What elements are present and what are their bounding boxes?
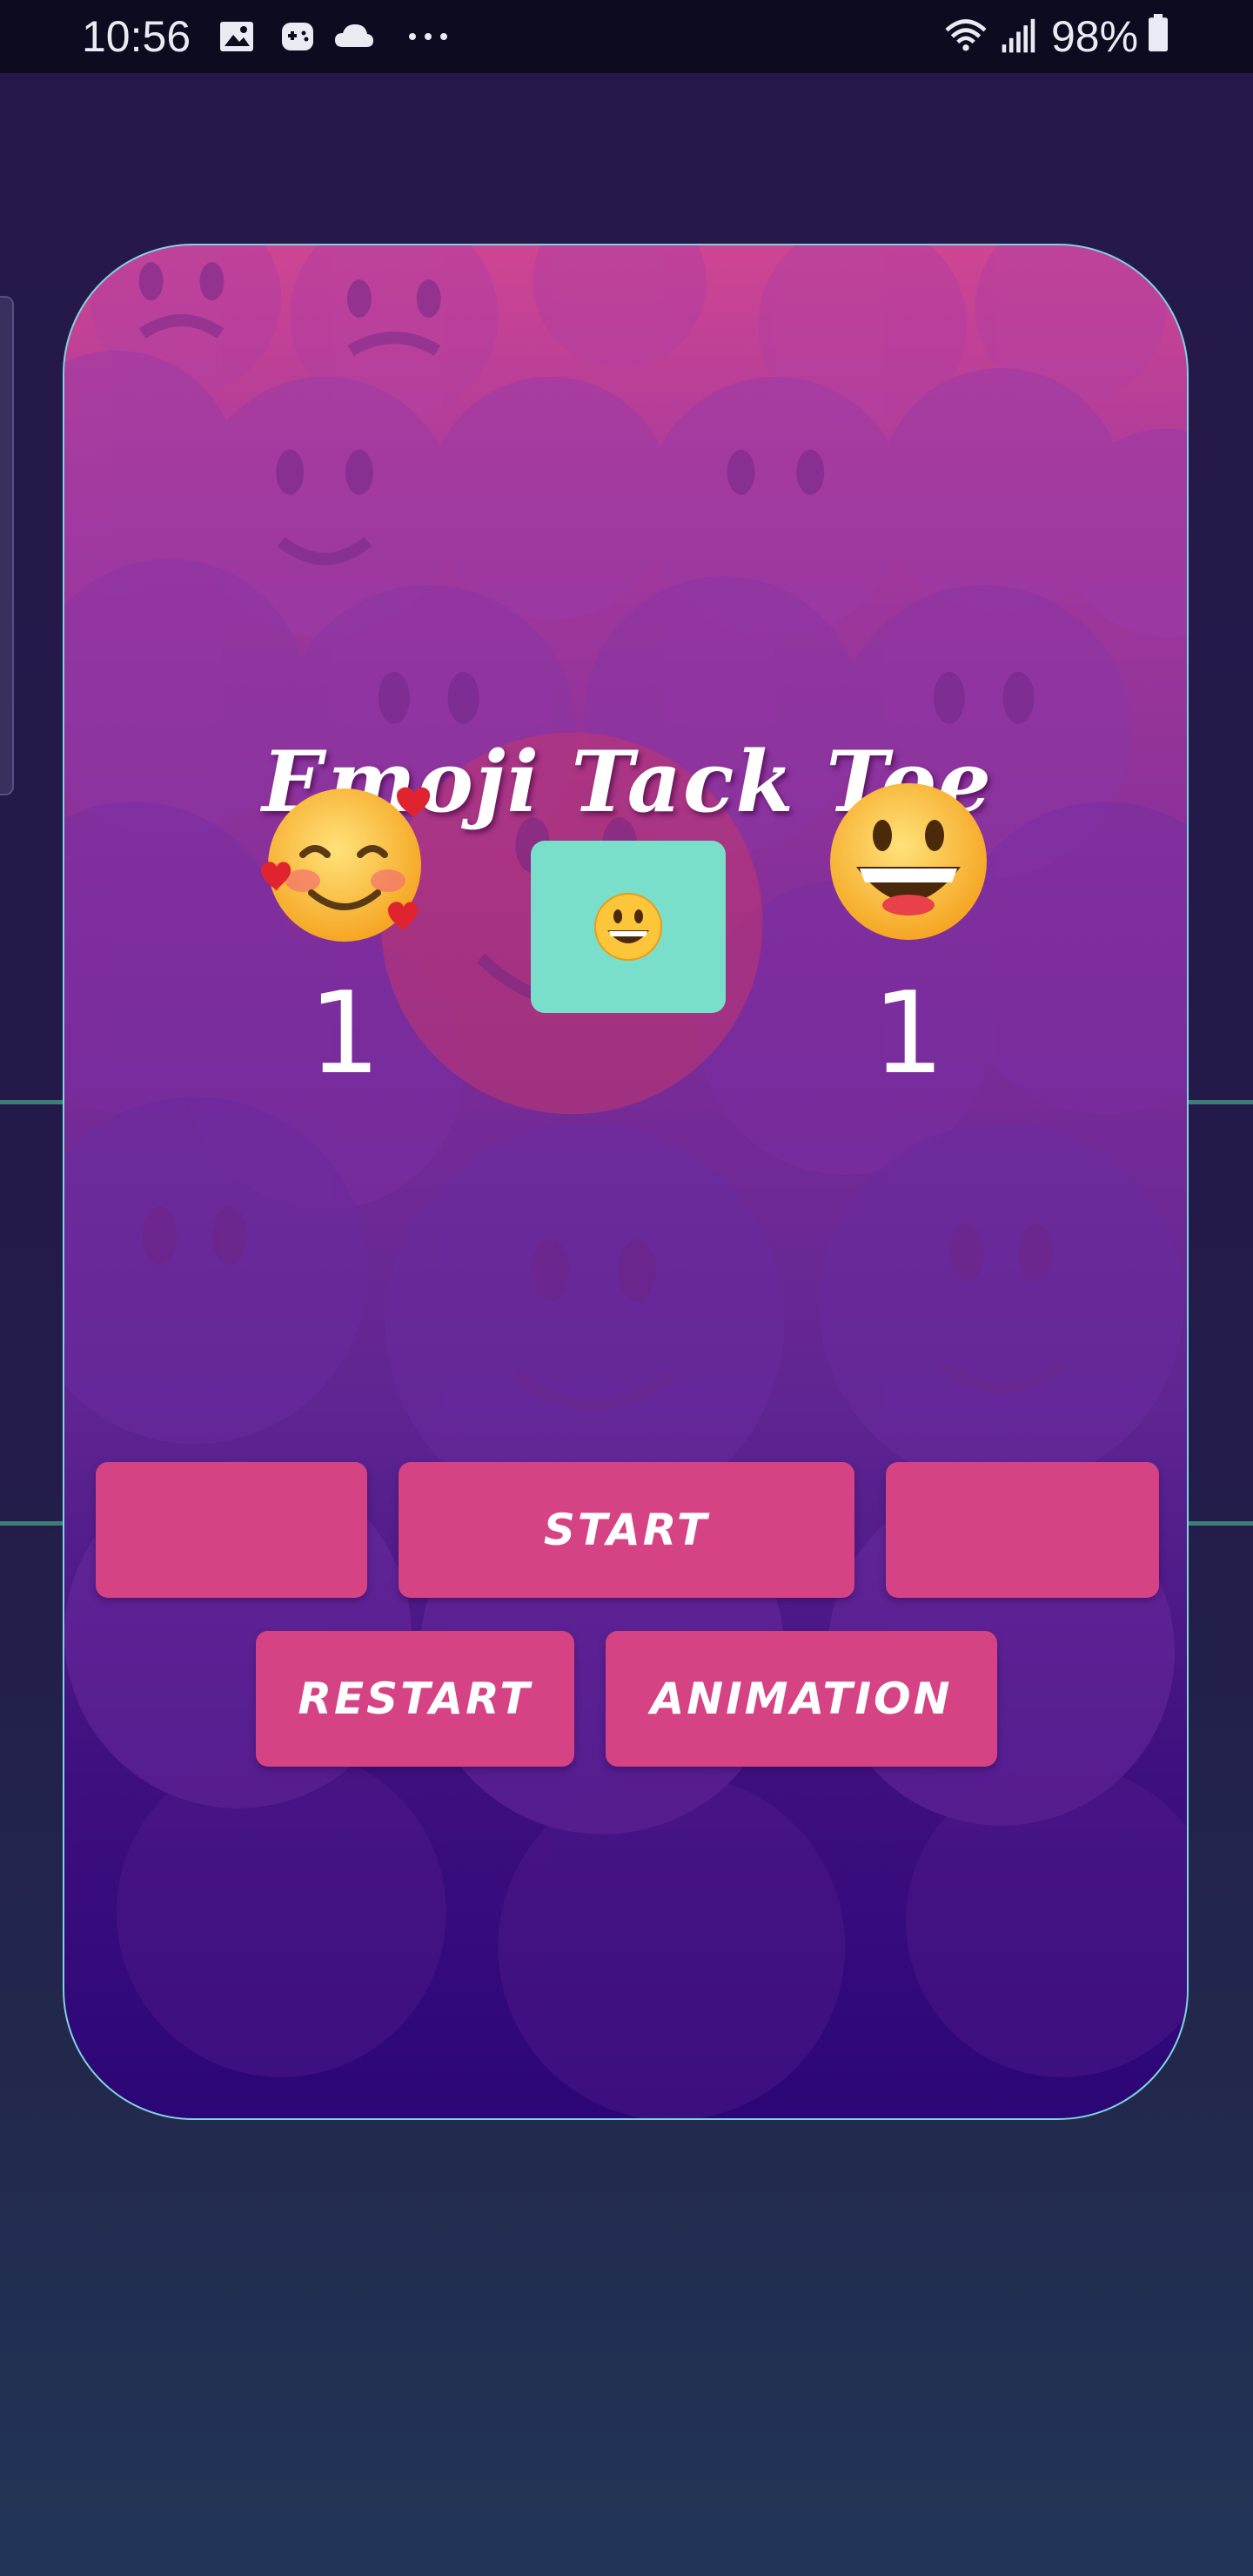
animation-button[interactable]: ANIMATION [606,1631,997,1767]
divider-line [0,1521,70,1526]
side-panel-handle[interactable] [0,296,14,795]
status-bar: 10:56 98% [0,0,1253,73]
divider-line [0,1100,70,1104]
signal-icon [1002,18,1035,53]
restart-button[interactable]: RESTART [256,1631,574,1767]
more-dots-icon [409,33,447,40]
divider-line [1183,1100,1253,1104]
player2-emoji-icon [830,783,987,940]
wifi-icon [945,19,987,51]
status-time: 10:56 [82,12,191,61]
app-title: Emoji Tack Toe [262,733,993,831]
current-turn-box [531,841,726,1013]
cloud-icon [335,24,373,47]
battery-icon [1149,14,1168,52]
emoji-pattern-background [64,245,1187,2118]
image-icon [220,22,253,51]
game-controller-icon [282,23,313,50]
game-card: Emoji Tack Toe 1 1 START RESTART ANIMATI… [63,244,1189,2120]
current-turn-emoji-icon [594,893,662,961]
battery-percent: 98% [1051,12,1139,61]
divider-line [1183,1521,1253,1526]
blank-right-button[interactable] [886,1462,1159,1598]
blank-left-button[interactable] [96,1462,367,1598]
player2-score: 1 [872,967,945,1099]
player1-score: 1 [308,967,381,1099]
player1-emoji-icon [261,787,431,942]
start-button[interactable]: START [399,1462,854,1598]
